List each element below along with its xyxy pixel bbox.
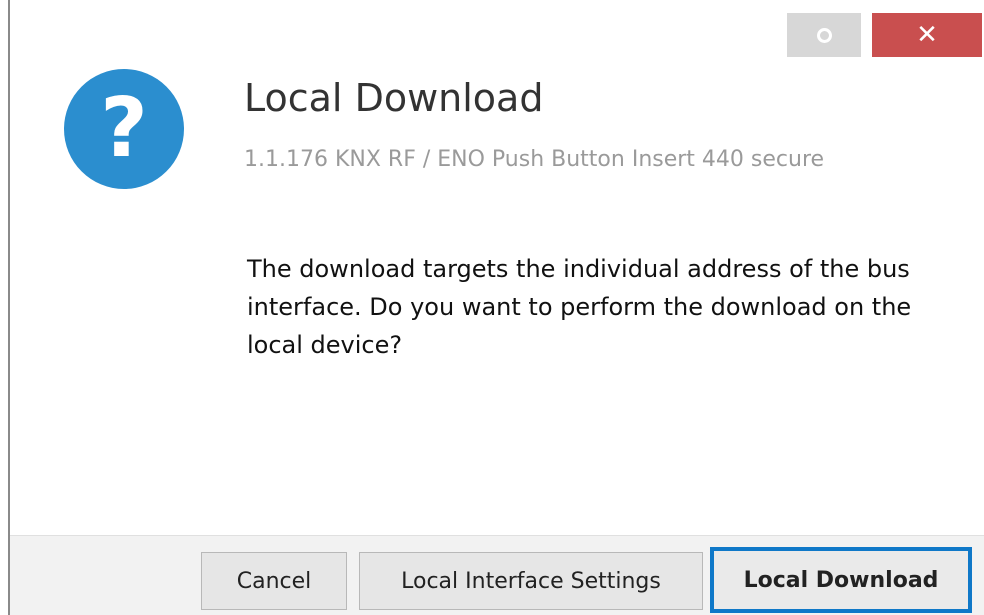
local-download-button[interactable]: Local Download <box>710 547 972 613</box>
question-icon: ? <box>64 69 184 189</box>
window-close-button[interactable]: ✕ <box>872 13 982 57</box>
window-left-border <box>8 0 10 615</box>
dialog-message: The download targets the individual addr… <box>247 255 912 359</box>
device-subtitle: 1.1.176 KNX RF / ENO Push Button Insert … <box>244 147 825 172</box>
window-options-button[interactable] <box>787 13 861 57</box>
local-interface-settings-button[interactable]: Local Interface Settings <box>359 552 703 610</box>
close-icon: ✕ <box>916 20 938 50</box>
dialog-title: Local Download <box>244 76 544 120</box>
cancel-button[interactable]: Cancel <box>201 552 347 610</box>
local-download-dialog: ✕ ? Local Download 1.1.176 KNX RF / ENO … <box>0 0 984 615</box>
ring-icon <box>816 27 832 43</box>
